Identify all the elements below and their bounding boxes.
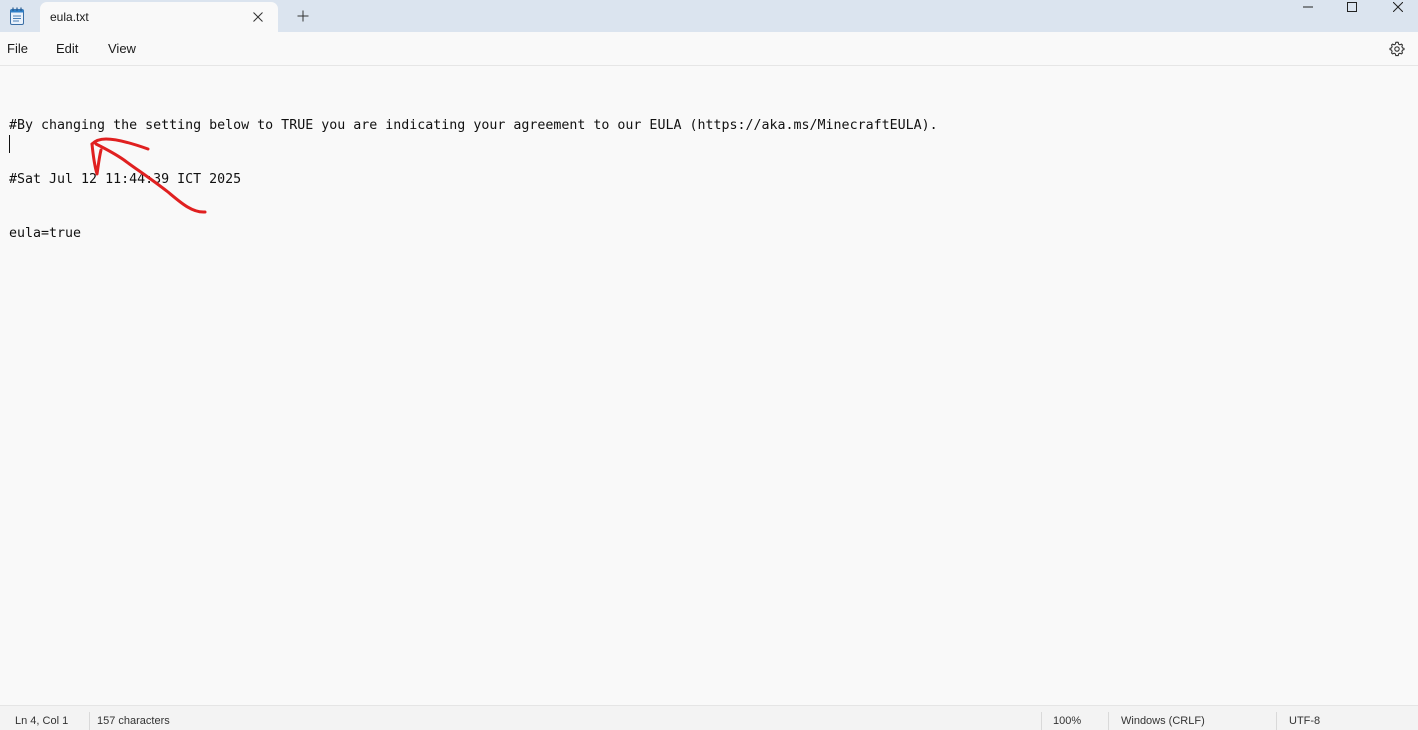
- tab-eula[interactable]: eula.txt: [40, 2, 278, 32]
- menu-bar: File Edit View: [0, 32, 1418, 66]
- editor-line: #Sat Jul 12 11:44:39 ICT 2025: [9, 172, 242, 187]
- zoom-level[interactable]: 100%: [1053, 715, 1081, 727]
- new-tab-button[interactable]: [292, 6, 314, 26]
- minimize-button[interactable]: [1285, 0, 1331, 14]
- editor-content: #By changing the setting below to TRUE y…: [9, 81, 938, 279]
- close-icon: [1393, 2, 1403, 12]
- gear-icon: [1389, 41, 1405, 57]
- maximize-button[interactable]: [1329, 0, 1375, 14]
- menu-view[interactable]: View: [108, 41, 136, 56]
- status-divider: [1108, 712, 1109, 730]
- maximize-icon: [1347, 2, 1357, 12]
- text-caret: [9, 135, 10, 153]
- status-divider: [1276, 712, 1277, 730]
- title-bar: eula.txt: [0, 0, 1418, 32]
- line-ending[interactable]: Windows (CRLF): [1121, 715, 1205, 727]
- cursor-position[interactable]: Ln 4, Col 1: [15, 715, 68, 727]
- plus-icon: [297, 10, 309, 22]
- editor-line: eula=true: [9, 226, 82, 241]
- status-bar: Ln 4, Col 1 157 characters 100% Windows …: [0, 705, 1418, 730]
- character-count: 157 characters: [97, 715, 170, 727]
- tab-title: eula.txt: [50, 10, 89, 24]
- text-editor[interactable]: #By changing the setting below to TRUE y…: [0, 66, 1418, 705]
- close-window-button[interactable]: [1375, 0, 1418, 14]
- settings-button[interactable]: [1386, 38, 1408, 60]
- notepad-window: eula.txt File Edit View #By changing the…: [0, 0, 1418, 730]
- menu-edit[interactable]: Edit: [56, 41, 78, 56]
- status-divider: [89, 712, 90, 730]
- editor-line: #By changing the setting below to TRUE y…: [9, 118, 938, 133]
- menu-file[interactable]: File: [7, 41, 28, 56]
- notepad-icon: [9, 7, 25, 25]
- minimize-icon: [1303, 6, 1313, 8]
- status-divider: [1041, 712, 1042, 730]
- close-icon: [253, 12, 263, 22]
- encoding[interactable]: UTF-8: [1289, 715, 1320, 727]
- tab-close-button[interactable]: [248, 7, 268, 27]
